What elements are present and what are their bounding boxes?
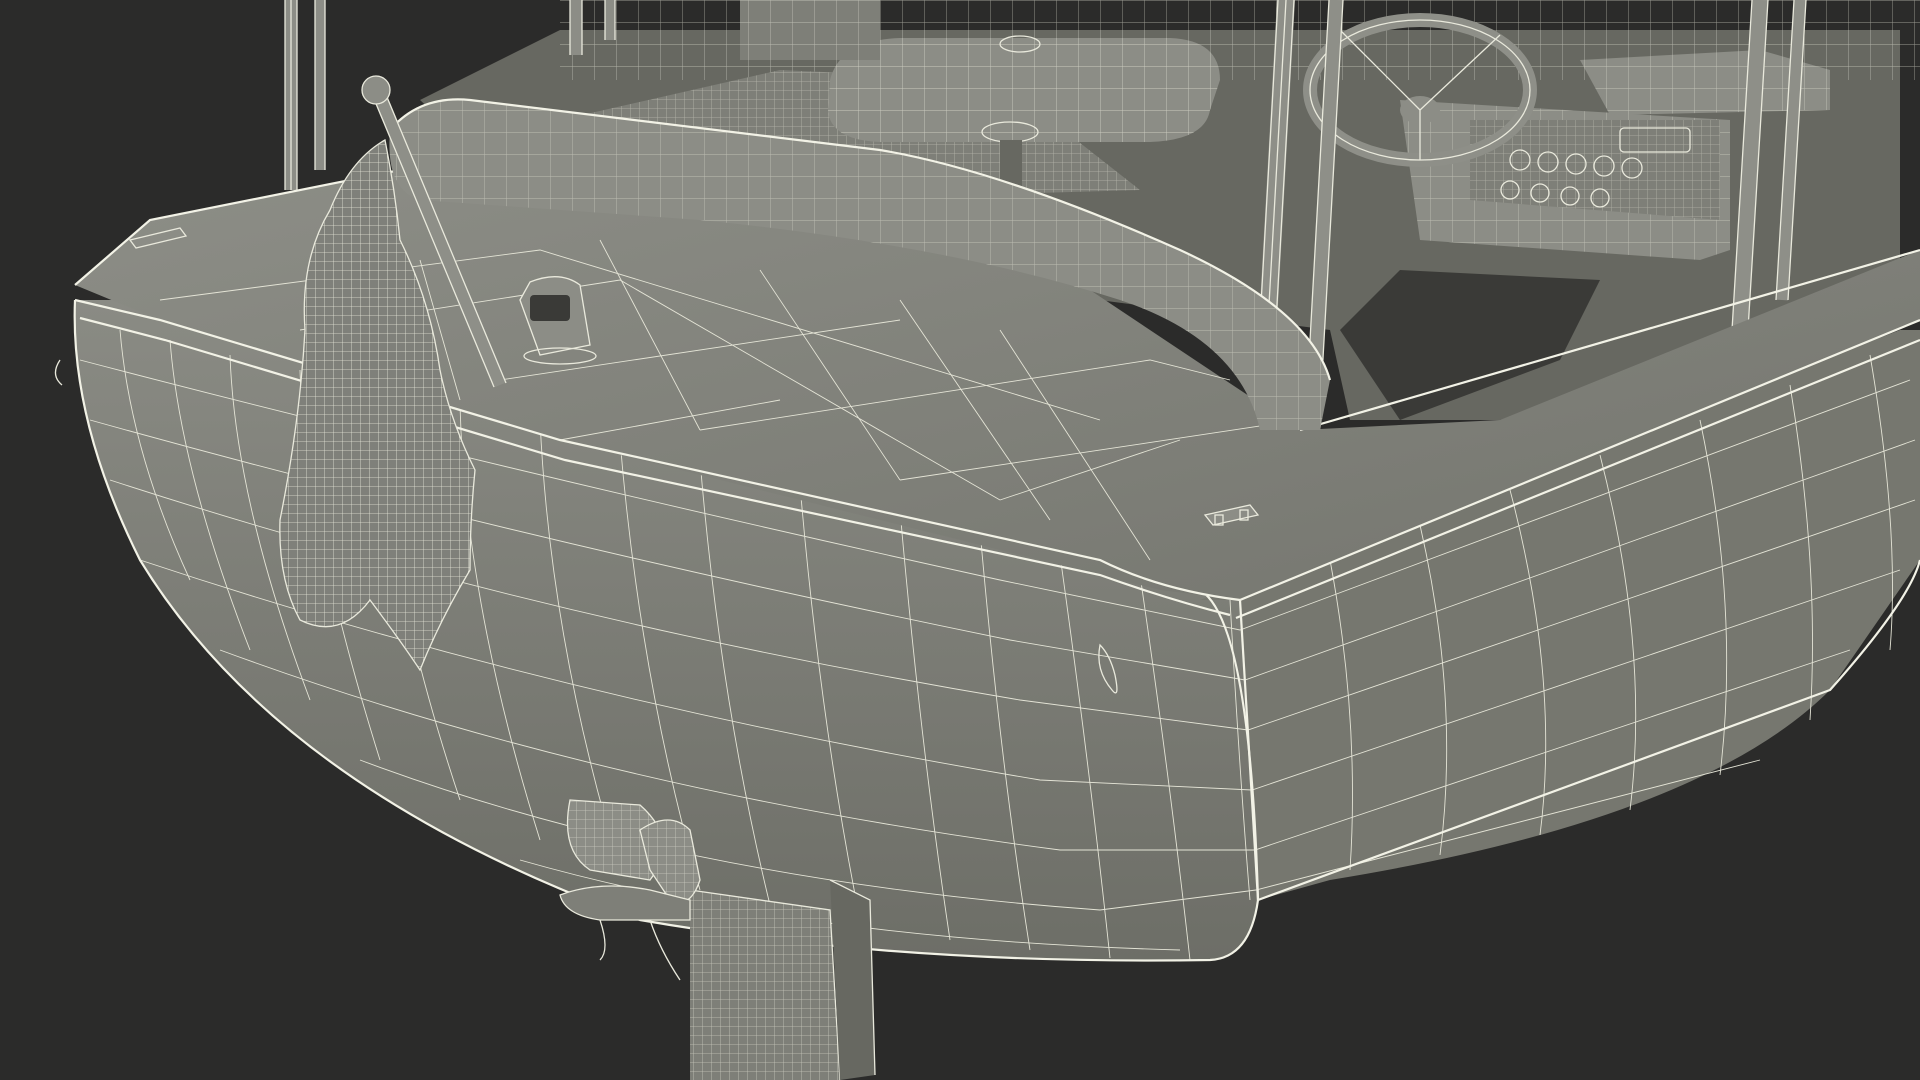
outboard-drive bbox=[689, 879, 876, 1080]
boat-wireframe-render bbox=[0, 0, 1920, 1080]
